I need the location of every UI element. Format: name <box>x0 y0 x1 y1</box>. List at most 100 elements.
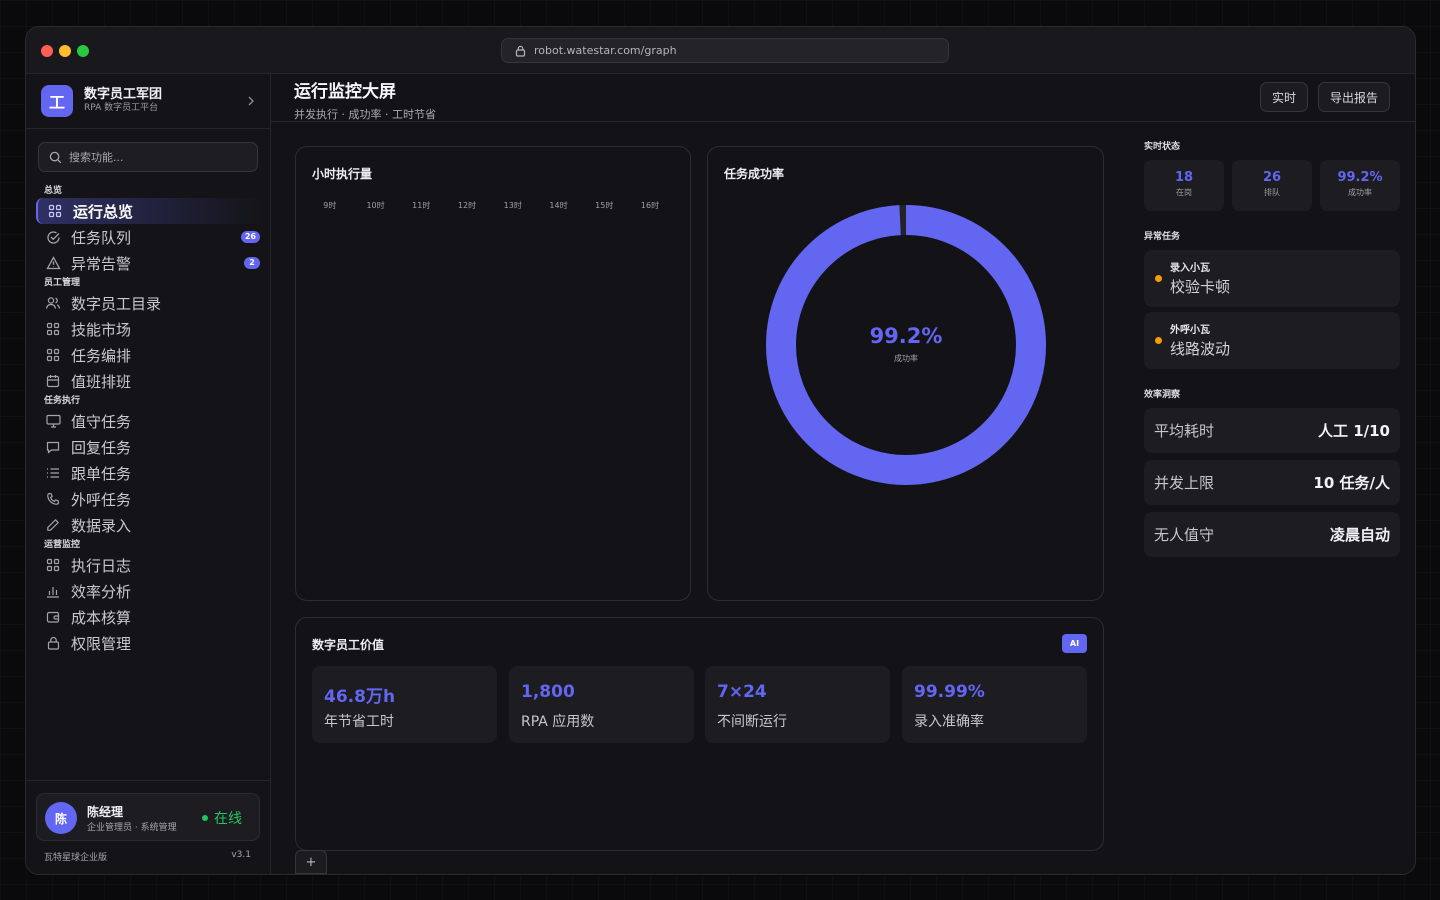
close-window-button[interactable] <box>41 45 53 57</box>
realtime-stat-value: 26 <box>1262 170 1282 185</box>
browser-titlebar: robot.watestar.com/graph <box>26 27 1415 74</box>
sidebar-item[interactable]: 值守任务 <box>36 408 262 434</box>
status-text: 在线 <box>214 811 242 827</box>
employee-value-card: 数字员工价值 AI 46.8万h 年节省工时 1,800 RPA 应用数 7×2… <box>295 617 1104 851</box>
sidebar-item[interactable]: 异常告警 2 <box>36 250 262 276</box>
status-badge: 在线 <box>202 808 242 828</box>
stat-value: 7×24 <box>717 682 767 702</box>
alert-source: 录入小瓦 <box>1170 263 1210 274</box>
user-card[interactable]: 陈 陈经理 企业管理员 · 系统管理 在线 <box>36 793 260 841</box>
card-title: 任务成功率 <box>724 167 785 181</box>
sidebar-item[interactable]: 外呼任务 <box>36 486 262 512</box>
sidebar-item-label: 执行日志 <box>71 556 132 575</box>
sidebar-item[interactable]: 任务队列 26 <box>36 224 262 250</box>
online-dot-icon <box>202 815 208 821</box>
stat-label: 录入准确率 <box>914 714 984 730</box>
sidebar-item[interactable]: 跟单任务 <box>36 460 262 486</box>
nav-section-title: 员工管理 <box>44 278 81 288</box>
stat-value: 99.99% <box>914 682 985 702</box>
brand-switcher[interactable]: 工 数字员工军团 RPA 数字员工平台 <box>41 85 257 117</box>
sidebar-nav: 总览 运行总览 任务队列 26 异常告警 2 员工管理 数字员工目录 技能市场 任务编排 值班排班任… <box>36 184 262 656</box>
realtime-stat-label: 在岗 <box>1176 188 1192 197</box>
success-rate-label: 成功率 <box>894 354 918 363</box>
efficiency-value: 10 任务/人 <box>1313 474 1390 492</box>
efficiency-key: 并发上限 <box>1154 474 1215 492</box>
alert-item[interactable]: 录入小瓦 校验卡顿 <box>1144 250 1400 307</box>
efficiency-value: 人工 1/10 <box>1317 422 1390 440</box>
alert-message: 线路波动 <box>1170 340 1231 358</box>
bar-chart-icon <box>44 582 62 600</box>
chat-icon <box>44 438 62 456</box>
realtime-stat-label: 排队 <box>1264 188 1280 197</box>
success-donut: 99.2% 成功率 <box>764 203 1048 487</box>
sidebar-item[interactable]: 权限管理 <box>36 630 262 656</box>
phone-icon <box>44 490 62 508</box>
sidebar-item-label: 技能市场 <box>71 320 132 339</box>
grid-icon <box>44 346 62 364</box>
nav-section-title: 运营监控 <box>44 540 81 550</box>
calendar-icon <box>44 372 62 390</box>
sidebar-item-label: 权限管理 <box>71 634 132 653</box>
efficiency-key: 平均耗时 <box>1154 422 1215 440</box>
minimize-window-button[interactable] <box>59 45 71 57</box>
hour-tick-label: 12时 <box>457 201 477 210</box>
sidebar-item[interactable]: 执行日志 <box>36 552 262 578</box>
ai-badge[interactable]: AI <box>1062 634 1087 653</box>
divider <box>26 128 270 129</box>
sidebar-item-label: 外呼任务 <box>71 490 132 509</box>
sidebar-item[interactable]: 任务编排 <box>36 342 262 368</box>
alert-message: 校验卡顿 <box>1170 278 1231 296</box>
export-report-button[interactable]: 导出报告 <box>1318 82 1391 112</box>
sidebar-item[interactable]: 数据录入 <box>36 512 262 538</box>
url-text: robot.watestar.com/graph <box>534 44 677 57</box>
sidebar-item-label: 数据录入 <box>71 516 132 535</box>
sidebar-item-label: 跟单任务 <box>71 464 132 483</box>
hourly-volume-card: 小时执行量 9时 10时 11时 12时 13时 14时 15时 16时 <box>295 146 691 601</box>
realtime-stat-label: 成功率 <box>1348 188 1372 197</box>
sidebar-item[interactable]: 值班排班 <box>36 368 262 394</box>
stat-tile: 46.8万h 年节省工时 <box>312 666 497 743</box>
abnormal-tasks-title: 异常任务 <box>1144 232 1181 242</box>
efficiency-key: 无人值守 <box>1154 526 1215 544</box>
success-rate-value: 99.2% <box>869 324 943 348</box>
add-panel-button[interactable]: + <box>295 850 327 874</box>
brand-subtitle: RPA 数字员工平台 <box>84 103 159 113</box>
sidebar-item-label: 异常告警 <box>71 254 132 273</box>
hour-tick-label: 10时 <box>366 201 385 210</box>
search-icon <box>49 151 62 163</box>
hour-tick-label: 14时 <box>549 201 568 210</box>
hour-tick-label: 9时 <box>323 201 337 210</box>
maximize-window-button[interactable] <box>77 45 89 57</box>
lock-icon <box>44 634 62 652</box>
divider <box>271 121 1415 122</box>
realtime-stat-value: 99.2% <box>1337 170 1383 185</box>
sidebar-item-label: 效率分析 <box>71 582 132 601</box>
count-badge: 2 <box>244 257 260 269</box>
brand-title: 数字员工军团 <box>84 87 163 102</box>
chevron-right-icon <box>248 96 254 106</box>
sidebar-item-label: 任务编排 <box>71 346 132 365</box>
page-title: 运行监控大屏 <box>294 82 396 102</box>
sidebar-item[interactable]: 回复任务 <box>36 434 262 460</box>
warning-icon <box>44 254 62 272</box>
card-title: 小时执行量 <box>312 167 373 181</box>
sidebar-item[interactable]: 数字员工目录 <box>36 290 262 316</box>
hour-tick-label: 16时 <box>640 201 660 210</box>
stat-label: 不间断运行 <box>717 714 787 730</box>
sidebar-item[interactable]: 技能市场 <box>36 316 262 342</box>
sidebar-item-label: 数字员工目录 <box>71 294 162 313</box>
divider <box>26 780 270 781</box>
lock-icon <box>515 45 526 57</box>
grid-icon <box>46 202 64 220</box>
sidebar-item[interactable]: 效率分析 <box>36 578 262 604</box>
sidebar-item[interactable]: 成本核算 <box>36 604 262 630</box>
search-input[interactable]: 搜索功能... <box>38 142 258 172</box>
sidebar-item[interactable]: 运行总览 <box>36 198 262 224</box>
efficiency-insights-title: 效率洞察 <box>1144 390 1181 400</box>
sidebar: 工 数字员工军团 RPA 数字员工平台 搜索功能... 总览 运行总览 任务队列 26… <box>26 74 271 874</box>
alert-item[interactable]: 外呼小瓦 线路波动 <box>1144 312 1400 369</box>
monitor-icon <box>44 412 62 430</box>
sidebar-item-label: 值守任务 <box>71 412 132 431</box>
address-bar[interactable]: robot.watestar.com/graph <box>501 38 949 63</box>
realtime-button[interactable]: 实时 <box>1260 82 1309 112</box>
